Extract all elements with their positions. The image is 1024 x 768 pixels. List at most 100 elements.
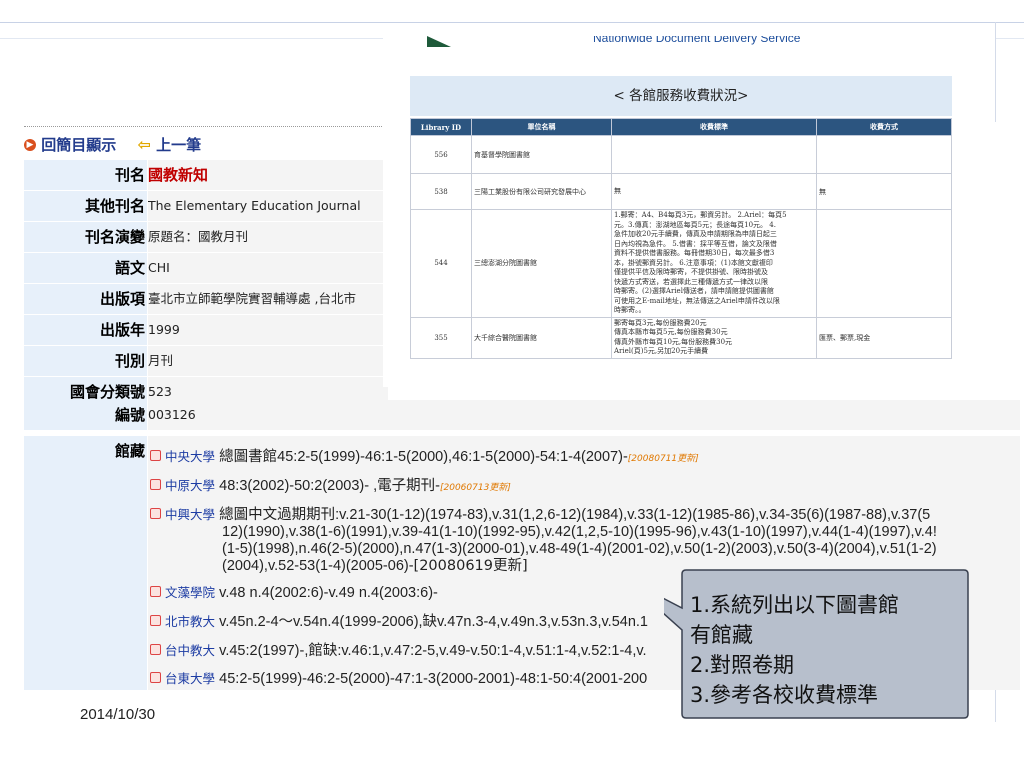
callout-line: 1.系統列出以下圖書館 (690, 593, 899, 617)
holding-bullet-icon (150, 615, 161, 626)
field-row-other-title: 其他刊名 The Elementary Education Journal (24, 191, 388, 222)
table-row: 538 三陽工業股份有限公司研究發展中心 無 無 (410, 173, 952, 210)
table-row: 544 三總澎湖分院圖書館 1.郵寄：A4、B4每頁3元，郵資另計。 2.Ari… (410, 209, 952, 318)
holding-library-link[interactable]: 台中教大 (165, 643, 215, 658)
table-row: 556 育基督學院圖書館 (410, 135, 952, 174)
library-name: 三總澎湖分院圖書館 (471, 209, 612, 318)
frequency-value: 月刊 (148, 346, 388, 376)
payment-method: 無 (816, 173, 952, 210)
holding-item: 中央大學 總圖書館45:2-5(1999)-46:1-5(2000),46:1-… (150, 445, 699, 466)
fee-table-header-row: Library ID 單位名稱 收費標準 收費方式 (410, 118, 952, 136)
fee-standard: 無 (611, 173, 817, 210)
holding-text-continued: (1-5)(1998),n.46(2-5)(2000),n.47(1-3)(20… (222, 541, 937, 557)
language-value: CHI (148, 253, 388, 283)
fee-line: 快遞方式寄送，若選擇此三種傳遞方式一律改以限 (614, 277, 768, 286)
record-fields: 刊名 國教新知 其他刊名 The Elementary Education Jour… (24, 160, 388, 408)
callout-line: 有館藏 (690, 623, 753, 647)
holding-updated: [20080711更新] (627, 454, 699, 464)
payment-method (816, 209, 952, 318)
journal-title: 國教新知 (148, 160, 388, 190)
field-row-frequency: 刊別 月刊 (24, 346, 388, 377)
holding-item: 台中教大 v.45:2(1997)-,館缺:v.46:1,v.47:2-5,v.… (150, 639, 647, 660)
fee-standard: 1.郵寄：A4、B4每頁3元，郵資另計。 2.Ariel：每頁5 元。3.傳真：… (611, 209, 817, 318)
field-label: 出版年 (24, 315, 147, 345)
holding-library-link[interactable]: 台東大學 (165, 671, 215, 686)
holding-library-link[interactable]: 中興大學 (165, 507, 215, 522)
holding-text: v.45n.2-4～v.54n.4(1999-2006),缺v.47n.3-4,… (219, 614, 648, 630)
code-value: 003126 (148, 400, 1020, 430)
holding-text: 45:2-5(1999)-46:2-5(2000)-47:1-3(2000-20… (219, 671, 648, 687)
field-label: 語文 (24, 253, 147, 283)
column-header: 收費標準 (611, 118, 817, 136)
library-name: 大千綜合醫院圖書館 (471, 316, 612, 359)
holding-item: 文藻學院 v.48 n.4(2002:6)-v.49 n.4(2003:6)- (150, 582, 438, 601)
back-to-list-link[interactable]: 回簡目顯示 (41, 134, 116, 155)
holding-library-link[interactable]: 中原大學 (165, 478, 215, 493)
fee-table-heading: < 各館服務收費狀況> (410, 76, 952, 116)
library-id: 544 (410, 209, 472, 318)
field-label: 刊別 (24, 346, 147, 376)
year-value: 1999 (148, 315, 388, 345)
fee-line: 急件加收20元手續費，傳真及申請期限為申請日起三 (614, 230, 777, 238)
library-name: 育基督學院圖書館 (471, 135, 612, 174)
field-row-title: 刊名 國教新知 (24, 160, 388, 191)
library-id: 355 (410, 316, 472, 359)
fee-status-overlay: Nationwide Document Delivery Service < 各… (383, 36, 995, 387)
fee-table: Library ID 單位名稱 收費標準 收費方式 556 育基督學院圖書館 5… (410, 118, 952, 359)
slide-date: 2014/10/30 (80, 706, 156, 723)
banner-title: Nationwide Document Delivery Service (593, 36, 801, 45)
slide-top-rule (0, 22, 1024, 23)
fee-line: 郵寄每頁3元,每份服務費20元 (614, 318, 707, 327)
annotation-callout: 1.系統列出以下圖書館 有館藏 2.對照卷期 3.參考各校收費標準 (664, 569, 969, 719)
fee-line: 日內均視為急件。 5.借書：採平等互借，論文及限借 (614, 239, 777, 248)
record-fields-wide: 編號 003126 (24, 400, 1020, 431)
field-row-history: 刊名演變 原題名：國教月刊 (24, 222, 388, 253)
holding-updated: [20060713更新] (439, 483, 511, 493)
library-id: 556 (410, 135, 472, 174)
field-row-language: 語文 CHI (24, 253, 388, 284)
fee-line: 傳真本縣市每頁5元,每份服務費30元 (614, 328, 728, 336)
field-row-publisher: 出版項 臺北市立師範學院實習輔導處 ,台北市 (24, 284, 388, 315)
holding-library-link[interactable]: 中央大學 (165, 449, 215, 464)
table-row: 355 大千綜合醫院圖書館 郵寄每頁3元,每份服務費20元 傳真本縣市每頁5元,… (410, 316, 952, 359)
holding-text: 總圖書館45:2-5(1999)-46:1-5(2000),46:1-5(200… (219, 449, 628, 465)
holding-library-link[interactable]: 文藻學院 (165, 585, 215, 600)
holding-bullet-icon (150, 644, 161, 655)
column-header: Library ID (410, 118, 472, 136)
fee-line: 時郵寄。(2)選擇Ariel傳送者，請申請館提供圖書館 (614, 287, 774, 295)
holding-bullet-icon (150, 586, 161, 597)
holding-library-link[interactable]: 北市教大 (165, 614, 215, 629)
callout-line: 2.對照卷期 (690, 653, 794, 677)
holding-item: 中原大學 48:3(2002)-50:2(2003)- ,電子期刊-[20060… (150, 474, 511, 495)
holding-item: 北市教大 v.45n.2-4～v.54n.4(1999-2006),缺v.47n… (150, 610, 648, 631)
other-title-value: The Elementary Education Journal (148, 191, 388, 221)
field-label: 館藏 (24, 436, 147, 690)
holding-bullet-icon (150, 508, 161, 519)
holding-text: 48:3(2002)-50:2(2003)- ,電子期刊- (219, 478, 440, 494)
fee-line: 可使用之E-mail地址，無法傳送之Ariel申請件改以限 (614, 296, 780, 305)
fee-line: 時郵寄。。 (614, 306, 646, 314)
field-label: 編號 (24, 400, 147, 430)
library-name: 三陽工業股份有限公司研究發展中心 (471, 173, 612, 210)
previous-record-link[interactable]: 上一筆 (156, 134, 201, 155)
fee-line: 元。3.傳真：澎湖地區每頁5元；長途每頁10元。 4. (614, 220, 776, 229)
holding-text-continued-last: (2004),v.52-53(1-4)(2005-06)-[20080619更新… (222, 558, 528, 575)
column-header: 收費方式 (816, 118, 952, 136)
field-row-code: 編號 003126 (24, 400, 1020, 431)
holding-text: v.45:2(1997)-,館缺:v.46:1,v.47:2-5,v.49-v.… (219, 643, 647, 659)
fee-line: 1.郵寄：A4、B4每頁3元，郵資另計。 2.Ariel：每頁5 (614, 211, 787, 219)
fee-line: 傳真外縣市每頁10元,每份服務費30元 (614, 337, 733, 346)
fee-line: 僅提供平信及限時郵寄，不提供掛號、限時掛號及 (614, 268, 768, 276)
payment-method (816, 135, 952, 174)
field-row-year: 出版年 1999 (24, 315, 388, 346)
holding-text-continued: (2004),v.52-53(1-4)(2005-06)- (222, 558, 414, 574)
callout-line: 3.參考各校收費標準 (690, 683, 878, 707)
holding-bullet-icon (150, 479, 161, 490)
holding-item: 中興大學 總圖中文過期期刊:v.21-30(1-12)(1974-83),v.3… (150, 503, 930, 524)
fee-standard: 郵寄每頁3元,每份服務費20元 傳真本縣市每頁5元,每份服務費30元 傳真外縣市… (611, 316, 817, 359)
field-label: 刊名 (24, 160, 147, 190)
fee-line: Ariel(頁)5元,另加20元手續費 (614, 347, 709, 355)
holding-text-continued: 12)(1990),v.38(1-6)(1991),v.39-41(1-10)(… (222, 524, 937, 540)
payment-method: 匯票、郵票,現金 (816, 316, 952, 359)
back-arrow-icon: ▶ (24, 138, 36, 151)
